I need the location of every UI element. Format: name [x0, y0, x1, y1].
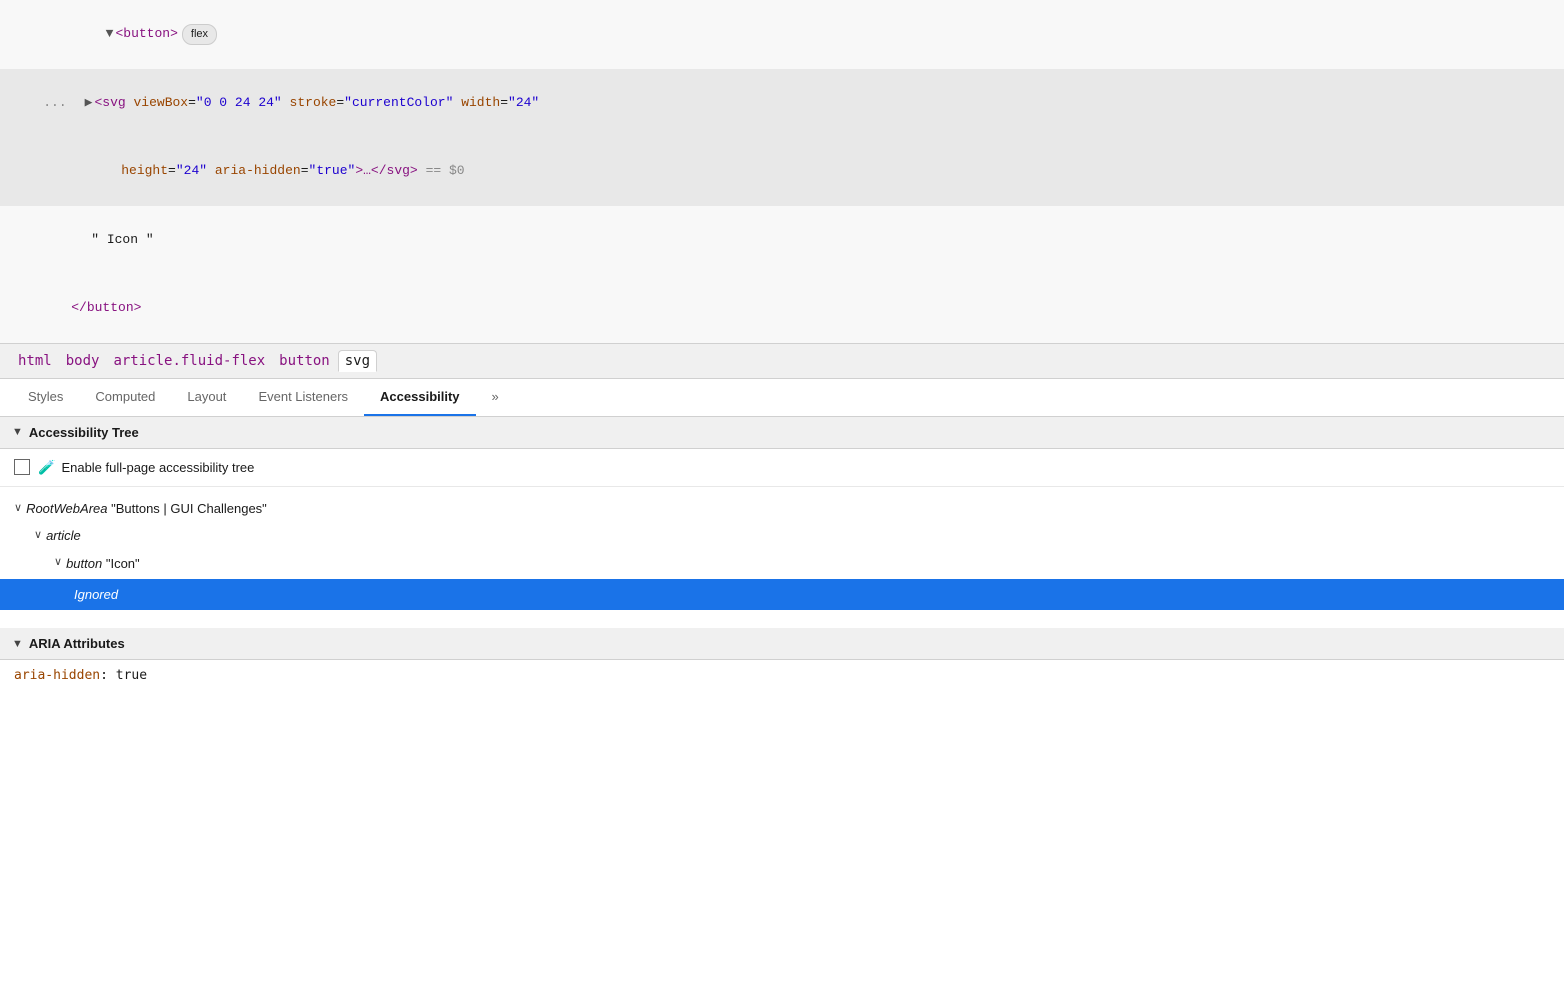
- root-node-label: "Buttons | GUI Challenges": [107, 497, 266, 520]
- attr-viewbox-name: viewBox: [133, 95, 188, 110]
- tab-computed[interactable]: Computed: [79, 379, 171, 416]
- root-arrow: ∨: [14, 499, 22, 519]
- aria-section-arrow: ▼: [12, 638, 23, 650]
- flask-icon: 🧪: [38, 459, 55, 476]
- tree-section-label: Accessibility Tree: [29, 425, 139, 440]
- full-page-label: Enable full-page accessibility tree: [61, 460, 254, 475]
- aria-section-label: ARIA Attributes: [29, 636, 125, 651]
- tag-name-button: button: [123, 26, 170, 41]
- breadcrumb-bar: html body article.fluid-flex button svg: [0, 344, 1564, 379]
- ignored-node-label: Ignored: [74, 583, 118, 606]
- aria-hidden-row: aria-hidden: true: [0, 660, 1564, 691]
- flex-badge: flex: [182, 24, 217, 46]
- breadcrumb-html[interactable]: html: [12, 351, 58, 371]
- tree-root-row[interactable]: ∨ RootWebArea "Buttons | GUI Challenges": [14, 495, 1550, 522]
- attr-width-value: "24": [508, 95, 539, 110]
- tab-accessibility[interactable]: Accessibility: [364, 379, 476, 416]
- source-line-svg-attrs[interactable]: height="24" aria-hidden="true">…</svg> =…: [0, 138, 1564, 206]
- source-line-button-open[interactable]: ▼<button>flex: [0, 0, 1564, 69]
- breadcrumb-button[interactable]: button: [273, 351, 336, 371]
- button-node-type: button: [66, 552, 102, 575]
- article-node-type: article: [46, 524, 81, 547]
- breadcrumb-svg[interactable]: svg: [338, 350, 377, 372]
- aria-attr-value: true: [116, 668, 147, 683]
- html-source-panel: ▼<button>flex ...▶<svg viewBox="0 0 24 2…: [0, 0, 1564, 344]
- button-node-label: "Icon": [102, 552, 139, 575]
- tabs-bar: Styles Computed Layout Event Listeners A…: [0, 379, 1564, 417]
- accessibility-tree-header[interactable]: ▼ Accessibility Tree: [0, 417, 1564, 449]
- indent-spaces: [43, 26, 105, 41]
- tree-button-row[interactable]: ∨ button "Icon": [54, 550, 1550, 577]
- tab-event-listeners[interactable]: Event Listeners: [242, 379, 364, 416]
- root-node-type: RootWebArea: [26, 497, 107, 520]
- breadcrumb-article[interactable]: article.fluid-flex: [107, 351, 271, 371]
- button-arrow: ∨: [54, 553, 62, 573]
- attr-width-name: width: [461, 95, 500, 110]
- closing-tag-open: </: [71, 300, 87, 315]
- source-line-button-close[interactable]: </button>: [0, 274, 1564, 342]
- attr-height-value: "24": [176, 163, 207, 178]
- svg-close-text: >…</svg>: [355, 163, 417, 178]
- aria-attributes-header[interactable]: ▼ ARIA Attributes: [0, 628, 1564, 660]
- tab-layout[interactable]: Layout: [171, 379, 242, 416]
- closing-tag-bracket: >: [134, 300, 142, 315]
- svg-tag-name: svg: [102, 95, 125, 110]
- accessibility-tree: ∨ RootWebArea "Buttons | GUI Challenges"…: [0, 487, 1564, 621]
- dollar-zero-indicator: == $0: [426, 163, 465, 178]
- article-arrow: ∨: [34, 526, 42, 546]
- dots-indicator: ...: [43, 95, 66, 110]
- main-content: ▼ Accessibility Tree 🧪 Enable full-page …: [0, 417, 1564, 692]
- breadcrumb-body[interactable]: body: [60, 351, 106, 371]
- tab-styles[interactable]: Styles: [12, 379, 79, 416]
- aria-attr-name: aria-hidden: [14, 668, 100, 683]
- text-node-content: " Icon ": [91, 232, 153, 247]
- tree-ignored-row[interactable]: Ignored: [0, 579, 1564, 610]
- tree-article-row[interactable]: ∨ article: [34, 522, 1550, 549]
- collapse-arrow[interactable]: ▼: [106, 24, 114, 45]
- expand-arrow-svg[interactable]: ▶: [85, 93, 93, 114]
- tag-close-bracket: >: [170, 26, 178, 41]
- attr-height-name: height: [121, 163, 168, 178]
- full-page-checkbox[interactable]: [14, 459, 30, 475]
- tree-section-arrow: ▼: [12, 426, 23, 438]
- attr-viewbox-value: "0 0 24 24": [196, 95, 282, 110]
- tab-more[interactable]: »: [476, 379, 515, 416]
- source-line-svg-open[interactable]: ...▶<svg viewBox="0 0 24 24" stroke="cur…: [0, 69, 1564, 137]
- closing-tag-name: button: [87, 300, 134, 315]
- attr-aria-hidden-value: "true": [309, 163, 356, 178]
- attr-aria-hidden-name: aria-hidden: [215, 163, 301, 178]
- aria-attr-colon: :: [100, 668, 116, 683]
- attr-stroke-value: "currentColor": [344, 95, 453, 110]
- full-page-tree-row[interactable]: 🧪 Enable full-page accessibility tree: [0, 449, 1564, 487]
- source-line-text-node[interactable]: " Icon ": [0, 206, 1564, 274]
- attr-stroke-name: stroke: [290, 95, 337, 110]
